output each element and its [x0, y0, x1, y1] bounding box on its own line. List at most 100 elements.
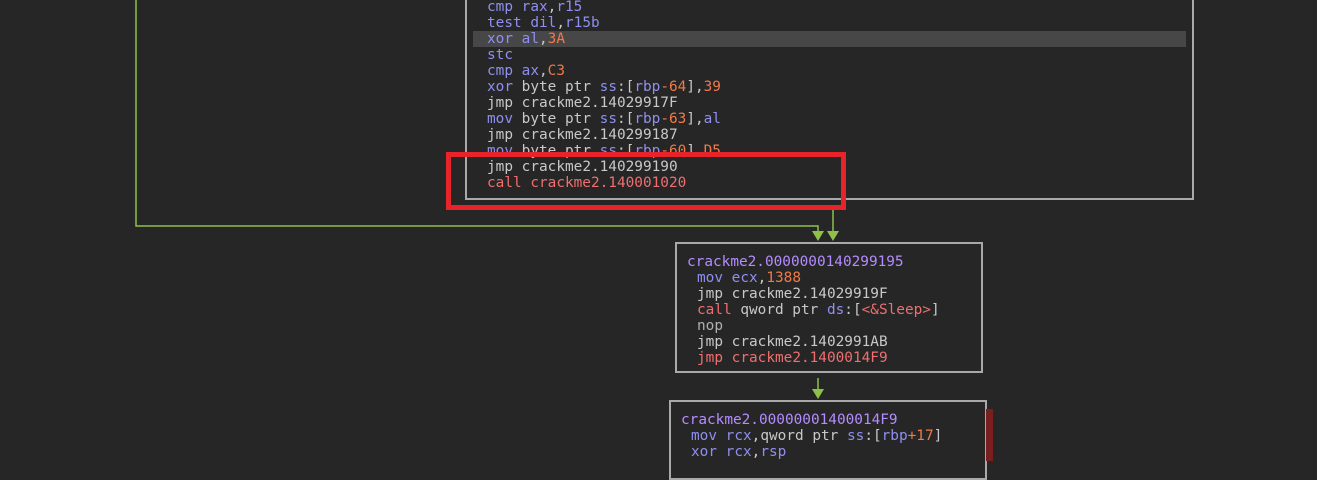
operand-token: :[	[844, 302, 862, 318]
operand-token: :[	[864, 428, 882, 444]
mnemonic: jmp	[697, 350, 723, 366]
operand-token: dil	[530, 15, 557, 31]
operand-token: al	[703, 111, 721, 127]
code-block-bottom[interactable]: crackme2.00000001400014F9 mov rcx,qword …	[669, 400, 987, 480]
instruction-line[interactable]: cmp ax,C3	[467, 63, 1192, 79]
operand-gap	[723, 286, 732, 302]
operand-gap	[513, 63, 522, 79]
operand-token: crackme2.140299190	[521, 159, 678, 175]
arrow-head-3	[812, 389, 824, 399]
operand-token: 1388	[766, 270, 801, 286]
operand-gap	[513, 79, 522, 95]
operand-token: crackme2.140001020	[530, 175, 687, 191]
instruction-line[interactable]: stc	[467, 47, 1192, 63]
operand-token: :[	[616, 143, 635, 159]
instruction-line[interactable]: xor byte ptr ss:[rbp-64],39	[467, 79, 1192, 95]
mnemonic: call	[697, 302, 732, 318]
instruction-line[interactable]: mov ecx,1388	[677, 270, 981, 286]
operand-token: +17	[907, 428, 934, 444]
instruction-line[interactable]: xor rcx,rsp	[671, 444, 985, 460]
instruction-line[interactable]: nop	[677, 318, 981, 334]
operand-token: rcx	[725, 428, 752, 444]
operand-token: rbp	[881, 428, 908, 444]
mnemonic: jmp	[487, 127, 513, 143]
operand-token: rax	[521, 0, 548, 15]
mnemonic: call	[487, 175, 522, 191]
operand-token: -60	[660, 143, 687, 159]
operand-token: ],	[686, 111, 704, 127]
operand-token: qword ptr	[740, 302, 827, 318]
instruction-line[interactable]: call crackme2.140001020	[467, 175, 1192, 191]
operand-token: r15	[556, 0, 583, 15]
mnemonic: test	[487, 15, 522, 31]
block-label[interactable]: crackme2.0000000140299195	[687, 254, 981, 270]
operand-token: :[	[616, 79, 635, 95]
operand-token: byte ptr	[521, 143, 600, 159]
operand-token: ss	[846, 428, 865, 444]
instruction-line[interactable]: mov byte ptr ss:[rbp-60],D5	[467, 143, 1192, 159]
mnemonic: jmp	[487, 95, 513, 111]
code-block-middle[interactable]: crackme2.0000000140299195 mov ecx,1388 jm…	[675, 242, 983, 373]
operand-token: ss	[599, 111, 617, 127]
mnemonic: jmp	[697, 286, 723, 302]
instruction-line[interactable]: jmp crackme2.1402991AB	[677, 334, 981, 350]
operand-token: ]	[930, 302, 940, 318]
operand-gap	[717, 444, 726, 460]
operand-token: rbp	[634, 111, 661, 127]
operand-token: ,	[539, 63, 548, 79]
operand-gap	[723, 334, 732, 350]
operand-token: ],	[686, 143, 704, 159]
mnemonic: xor	[487, 31, 513, 47]
operand-token: ecx	[731, 270, 758, 286]
operand-token: ax	[521, 63, 539, 79]
instruction-line[interactable]: call qword ptr ds:[<&Sleep>]	[677, 302, 981, 318]
operand-token: ]	[933, 428, 943, 444]
operand-token: byte ptr	[521, 79, 600, 95]
instruction-line[interactable]: mov rcx,qword ptr ss:[rbp+17]	[671, 428, 985, 444]
operand-gap	[717, 428, 726, 444]
operand-token: 39	[703, 79, 721, 95]
operand-gap	[513, 95, 522, 111]
operand-token: r15b	[565, 15, 600, 31]
instruction-line[interactable]: jmp crackme2.1400014F9	[677, 350, 981, 366]
arrow-head-2	[827, 231, 839, 241]
operand-token: C3	[547, 63, 565, 79]
mnemonic: cmp	[487, 0, 513, 15]
operand-token: rbp	[634, 79, 661, 95]
mnemonic: jmp	[487, 159, 513, 175]
operand-token: D5	[703, 143, 721, 159]
code-block-top[interactable]: cmp rax,r15 test dil,r15b xor al,3A stc cmp …	[465, 0, 1194, 200]
instruction-line[interactable]: cmp rax,r15	[467, 0, 1192, 15]
operand-token: 3A	[547, 31, 565, 47]
instruction-line[interactable]: jmp crackme2.14029919F	[677, 286, 981, 302]
instruction-line[interactable]: test dil,r15b	[467, 15, 1192, 31]
operand-token: ss	[599, 79, 617, 95]
operand-token: byte ptr	[521, 111, 600, 127]
instruction-line[interactable]: jmp crackme2.140299190	[467, 159, 1192, 175]
instruction-line[interactable]: jmp crackme2.140299187	[467, 127, 1192, 143]
operand-token: crackme2.14029919F	[731, 286, 888, 302]
operand-token: crackme2.140299187	[521, 127, 678, 143]
mnemonic: stc	[487, 47, 513, 63]
block-label[interactable]: crackme2.00000001400014F9	[681, 412, 985, 428]
operand-token: rcx	[725, 444, 752, 460]
operand-token: crackme2.14029917F	[521, 95, 678, 111]
operand-gap	[513, 0, 522, 15]
operand-gap	[513, 31, 522, 47]
instruction-line[interactable]: mov byte ptr ss:[rbp-63],al	[467, 111, 1192, 127]
operand-token: crackme2.1400014F9	[731, 350, 888, 366]
mnemonic: mov	[697, 270, 723, 286]
operand-gap	[513, 127, 522, 143]
operand-gap	[513, 111, 522, 127]
mnemonic: jmp	[697, 334, 723, 350]
mnemonic: xor	[691, 444, 717, 460]
operand-token: :[	[616, 111, 635, 127]
mnemonic: mov	[487, 111, 513, 127]
operand-token: ,qword ptr	[751, 428, 847, 444]
operand-gap	[723, 350, 732, 366]
arrow-head-1	[812, 231, 824, 241]
operand-token: rsp	[760, 444, 787, 460]
instruction-line[interactable]: xor al,3A	[473, 31, 1186, 47]
instruction-line[interactable]: jmp crackme2.14029917F	[467, 95, 1192, 111]
operand-token: rbp	[634, 143, 661, 159]
